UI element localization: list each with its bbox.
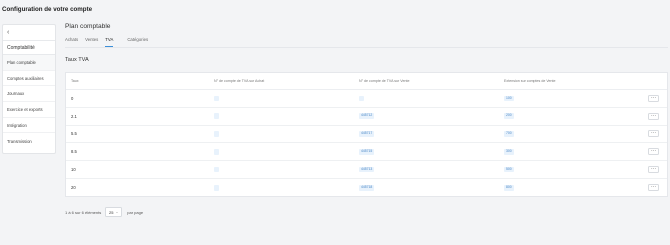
sidebar-item-label: Journaux — [7, 91, 25, 97]
rate-cell: 20 — [71, 185, 76, 191]
section-title: Taux TVA — [65, 57, 89, 63]
rate-cell: 5.5 — [71, 131, 77, 137]
tab-categories[interactable]: Catégories — [127, 37, 148, 46]
extension-badge: 200 — [504, 113, 514, 119]
table-row: 0 100 ··· — [66, 90, 667, 108]
tab-bar: Achats Ventes TVA Catégories — [65, 37, 155, 47]
header-sale-account[interactable]: N° de compte de TVA sur Vente — [359, 79, 409, 83]
per-page-label: par page — [127, 209, 144, 215]
sale-account-badge: 445712 — [359, 113, 375, 119]
rate-cell: 2.1 — [71, 113, 77, 119]
back-button[interactable]: ‹ — [3, 25, 55, 41]
sale-account-badge: 445713 — [359, 166, 375, 173]
more-horizontal-icon: ··· — [651, 94, 656, 101]
header-extension[interactable]: Extension sur comptes de Vente — [504, 79, 556, 83]
sidebar-section-title: Comptabilité — [3, 41, 55, 55]
sidebar: ‹ Comptabilité Plan comptable Comptes au… — [2, 24, 56, 154]
sidebar-item-plan-comptable[interactable]: Plan comptable — [3, 55, 55, 71]
sidebar-item-label: Intégration — [7, 122, 27, 128]
table-header: Taux N° de compte de TVA sur Achat N° de… — [66, 73, 667, 90]
header-rate[interactable]: Taux — [71, 79, 79, 83]
rate-cell: 0 — [71, 95, 74, 101]
tab-ventes[interactable]: Ventes — [85, 37, 98, 46]
purchase-account-badge — [214, 95, 219, 102]
sale-account-badge: 445715 — [359, 149, 375, 155]
row-more-button[interactable]: ··· — [648, 112, 659, 120]
sidebar-item-label: Transmission — [7, 138, 32, 144]
sale-account-badge: 445718 — [359, 185, 375, 191]
chevron-down-icon: ⌄ — [115, 210, 119, 214]
extension-badge: 100 — [504, 95, 514, 102]
page-size-select[interactable]: 25 ⌄ — [105, 207, 123, 217]
sidebar-item-exercice-exports[interactable]: Exercice et exports — [3, 102, 55, 118]
table-row: 2.1 445712 200 ··· — [66, 108, 667, 126]
row-more-button[interactable]: ··· — [648, 148, 659, 156]
row-more-button[interactable]: ··· — [648, 184, 659, 192]
purchase-account-badge — [214, 131, 219, 137]
more-horizontal-icon: ··· — [651, 130, 656, 137]
more-horizontal-icon: ··· — [651, 148, 656, 155]
sidebar-item-transmission[interactable]: Transmission — [3, 133, 55, 149]
tab-tva[interactable]: TVA — [105, 37, 114, 47]
more-horizontal-icon: ··· — [651, 184, 656, 191]
sidebar-item-comptes-auxiliaires[interactable]: Comptes auxiliaires — [3, 71, 55, 87]
purchase-account-badge — [214, 149, 219, 155]
rate-cell: 10 — [71, 167, 76, 173]
extension-badge: 300 — [504, 149, 514, 155]
table-row: 20 445718 800 ··· — [66, 179, 667, 197]
vat-rates-table: Taux N° de compte de TVA sur Achat N° de… — [65, 72, 668, 197]
sale-account-badge: 445717 — [359, 131, 375, 137]
pagination-range: 1 à 6 sur 6 éléments — [65, 209, 102, 215]
table-row: 10 445713 500 ··· — [66, 161, 667, 179]
sidebar-item-integration[interactable]: Intégration — [3, 118, 55, 134]
header-purchase-account[interactable]: N° de compte de TVA sur Achat — [214, 79, 264, 83]
sidebar-item-label: Plan comptable — [7, 59, 36, 65]
row-more-button[interactable]: ··· — [648, 166, 659, 174]
sidebar-item-journaux[interactable]: Journaux — [3, 86, 55, 103]
main-title: Plan comptable — [65, 23, 111, 30]
rate-cell: 8.5 — [71, 149, 77, 155]
more-horizontal-icon: ··· — [651, 166, 656, 173]
purchase-account-badge — [214, 185, 219, 191]
sidebar-item-label: Comptes auxiliaires — [7, 75, 44, 81]
purchase-account-badge — [214, 166, 219, 173]
tabs-divider — [65, 47, 668, 48]
extension-badge: 800 — [504, 185, 514, 191]
page-size-value: 25 — [109, 209, 114, 215]
table-row: 8.5 445715 300 ··· — [66, 143, 667, 162]
sale-account-badge — [359, 95, 364, 102]
extension-badge: 700 — [504, 131, 514, 137]
tab-achats[interactable]: Achats — [65, 37, 78, 46]
row-more-button[interactable]: ··· — [648, 94, 659, 102]
table-row: 5.5 445717 700 ··· — [66, 126, 667, 144]
sidebar-item-label: Exercice et exports — [7, 106, 43, 112]
extension-badge: 500 — [504, 166, 514, 173]
pagination-footer: 1 à 6 sur 6 éléments 25 ⌄ par page — [65, 207, 143, 217]
row-more-button[interactable]: ··· — [648, 130, 659, 138]
page-title: Configuration de votre compte — [2, 6, 93, 13]
purchase-account-badge — [214, 113, 219, 119]
more-horizontal-icon: ··· — [651, 112, 656, 119]
chevron-left-icon[interactable]: ‹ — [7, 29, 9, 36]
